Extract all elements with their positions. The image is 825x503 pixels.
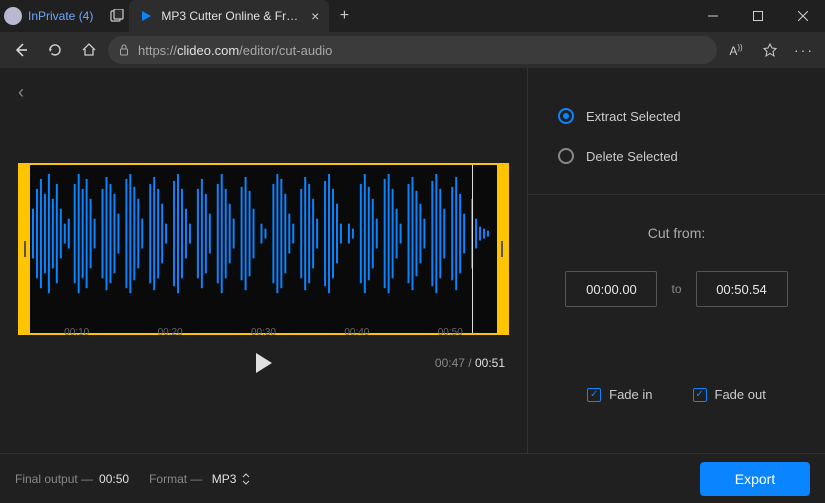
back-chevron-icon[interactable]: ‹: [18, 82, 509, 103]
cut-start-input[interactable]: 00:00.00: [565, 271, 657, 307]
fade-in-label: Fade in: [609, 387, 652, 402]
to-label: to: [671, 282, 681, 296]
play-row: 00:47 / 00:51: [18, 353, 509, 373]
fade-in-checkbox[interactable]: ✓: [587, 388, 601, 402]
footer: Final output —00:50 Format — MP3 Export: [0, 453, 825, 503]
maximize-button[interactable]: [735, 0, 780, 32]
final-output-value: 00:50: [99, 472, 129, 486]
fade-row: ✓ Fade in ✓ Fade out: [558, 387, 795, 402]
fade-out-checkbox[interactable]: ✓: [693, 388, 707, 402]
extract-option[interactable]: Extract Selected: [558, 108, 795, 124]
minimize-button[interactable]: [690, 0, 735, 32]
divider: [528, 194, 825, 195]
options-pane: Extract Selected Delete Selected Cut fro…: [528, 68, 825, 453]
radio-delete[interactable]: [558, 148, 574, 164]
radio-extract[interactable]: [558, 108, 574, 124]
trim-handle-right[interactable]: [497, 165, 507, 333]
export-button[interactable]: Export: [700, 462, 810, 496]
avatar: [4, 7, 22, 25]
tab-title: MP3 Cutter Online & Free — Cut: [161, 9, 303, 23]
window-controls: [690, 0, 825, 32]
tab-close-icon[interactable]: ×: [311, 8, 319, 24]
fade-out-option[interactable]: ✓ Fade out: [693, 387, 766, 402]
current-time: 00:47: [435, 356, 465, 370]
close-window-button[interactable]: [780, 0, 825, 32]
cut-end-input[interactable]: 00:50.54: [696, 271, 788, 307]
inprivate-badge[interactable]: InPrivate (4): [0, 0, 105, 32]
extract-label: Extract Selected: [586, 109, 681, 124]
refresh-button[interactable]: [40, 35, 70, 65]
tab-actions-icon[interactable]: [105, 9, 129, 23]
site-favicon: [139, 9, 153, 23]
back-button[interactable]: [6, 35, 36, 65]
time-display: 00:47 / 00:51: [435, 356, 505, 370]
read-aloud-button[interactable]: A)): [721, 35, 751, 65]
final-output-label: Final output —00:50: [15, 472, 129, 486]
main-content: ‹: [0, 68, 825, 453]
menu-button[interactable]: ···: [789, 35, 819, 65]
fade-out-label: Fade out: [715, 387, 766, 402]
address-bar: https://clideo.com/editor/cut-audio A)) …: [0, 32, 825, 68]
waveform-pane: ‹: [0, 68, 528, 453]
url-input[interactable]: https://clideo.com/editor/cut-audio: [108, 36, 717, 64]
inprivate-label: InPrivate (4): [28, 9, 93, 23]
time-inputs: 00:00.00 to 00:50.54: [558, 271, 795, 307]
titlebar: InPrivate (4) MP3 Cutter Online & Free —…: [0, 0, 825, 32]
url-text: https://clideo.com/editor/cut-audio: [138, 43, 332, 58]
browser-tab[interactable]: MP3 Cutter Online & Free — Cut ×: [129, 0, 329, 32]
waveform-frame[interactable]: [18, 163, 509, 335]
delete-option[interactable]: Delete Selected: [558, 148, 795, 164]
playhead[interactable]: [472, 165, 473, 333]
total-time: 00:51: [475, 356, 505, 370]
lock-icon: [118, 44, 130, 56]
fade-in-option[interactable]: ✓ Fade in: [587, 387, 652, 402]
format-label: Format — MP3: [149, 472, 250, 486]
favorite-button[interactable]: [755, 35, 785, 65]
play-button[interactable]: [256, 353, 272, 373]
format-select[interactable]: MP3: [206, 472, 251, 486]
new-tab-button[interactable]: +: [329, 7, 359, 25]
home-button[interactable]: [74, 35, 104, 65]
trim-handle-left[interactable]: [20, 165, 30, 333]
delete-label: Delete Selected: [586, 149, 678, 164]
cut-from-heading: Cut from:: [558, 225, 795, 241]
chevron-updown-icon: [242, 473, 250, 485]
waveform-display: [30, 169, 497, 298]
